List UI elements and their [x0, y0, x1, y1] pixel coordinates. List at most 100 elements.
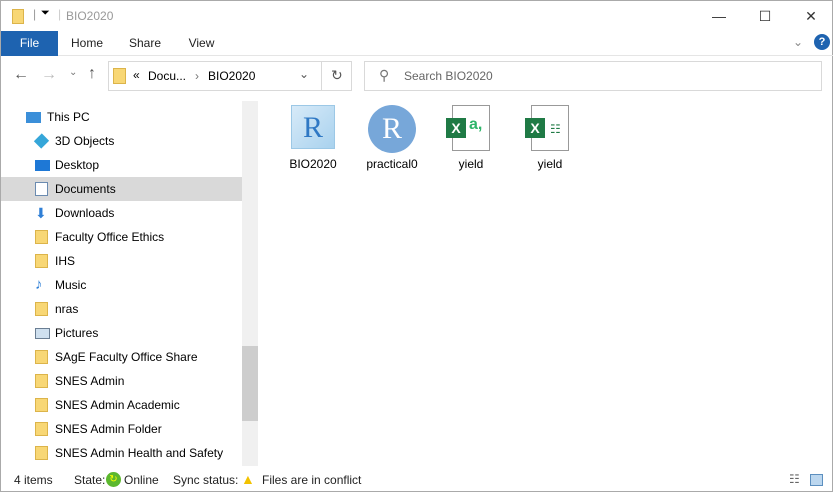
pc-icon [26, 112, 41, 123]
file-item[interactable]: R BIO2020 [277, 105, 349, 171]
tab-share[interactable]: Share [116, 31, 174, 56]
sidebar-item-this-pc[interactable]: This PC [1, 105, 242, 129]
file-name: BIO2020 [289, 157, 337, 171]
forward-button[interactable]: → [41, 66, 57, 84]
search-input[interactable]: Search BIO2020 [404, 69, 493, 83]
sidebar-item-label: IHS [55, 254, 76, 268]
sidebar-item-snes-admin-folder[interactable]: SNES Admin Folder [1, 417, 242, 441]
tab-home[interactable]: Home [58, 31, 116, 56]
file-name: yield [537, 157, 563, 171]
sidebar-item-label: Documents [55, 182, 116, 196]
3d-objects-icon [33, 133, 50, 149]
r-script-icon: R [368, 105, 416, 153]
sidebar-item-label: Faculty Office Ethics [55, 230, 165, 244]
navigation-pane: This PC 3D Objects Desktop Documents ⬇ Downlo… [1, 101, 242, 466]
file-item[interactable]: X ☷ yield [514, 105, 586, 171]
sidebar-item-3d-objects[interactable]: 3D Objects [1, 129, 242, 153]
folder-icon [35, 302, 48, 316]
item-count: 4 items [14, 473, 53, 487]
sidebar-item-snes-admin-academic[interactable]: SNES Admin Academic [1, 393, 242, 417]
file-item[interactable]: Xa, yield [435, 105, 507, 171]
sidebar-item-pictures[interactable]: Pictures [1, 321, 242, 345]
excel-csv-icon: Xa, [446, 105, 495, 153]
address-bar[interactable]: « Docu... › BIO2020 ⌄ ↻ [108, 61, 352, 91]
breadcrumb-bio2020[interactable]: BIO2020 [208, 69, 255, 83]
sidebar-item-label: SAgE Faculty Office Share [55, 350, 198, 364]
state-value: Online [124, 473, 159, 487]
sidebar-item-documents[interactable]: Documents [1, 177, 242, 201]
separator: | [33, 7, 37, 21]
up-button[interactable]: ↑ [88, 65, 96, 83]
network-folder-icon [35, 350, 48, 364]
sidebar-item-label: SNES Admin [55, 374, 125, 388]
large-icons-view-button[interactable] [810, 474, 823, 486]
sync-online-icon: ↻ [106, 472, 121, 487]
sidebar-item-desktop[interactable]: Desktop [1, 153, 242, 177]
sidebar-item-snes-admin[interactable]: SNES Admin [1, 369, 242, 393]
network-folder-icon [35, 422, 48, 436]
sidebar-item-music[interactable]: ♪ Music [1, 273, 242, 297]
network-folder-icon [35, 398, 48, 412]
details-view-button[interactable]: ☷ [789, 472, 800, 486]
maximize-button[interactable]: ☐ [742, 1, 788, 31]
state-label: State: [74, 473, 106, 487]
network-folder-icon [35, 230, 48, 244]
sidebar-item-label: SNES Admin Health and Safety [55, 446, 224, 460]
network-folder-icon [35, 254, 48, 268]
sidebar-item-label: This PC [47, 110, 90, 124]
title-bar: | ⏷ | BIO2020 — ☐ ✕ [1, 1, 833, 31]
tab-view[interactable]: View [174, 31, 229, 56]
recent-locations-icon[interactable]: ⌄ [69, 67, 77, 78]
rproject-icon: R [289, 105, 337, 153]
file-item[interactable]: Rpractical0 [356, 105, 428, 171]
sidebar-item-faculty-office-ethics[interactable]: Faculty Office Ethics [1, 225, 242, 249]
pictures-icon [35, 328, 50, 339]
downloads-icon: ⬇ [35, 205, 47, 221]
divider [321, 62, 322, 90]
sync-status-label: Sync status: [173, 473, 239, 487]
chevron-right-icon[interactable]: › [195, 69, 199, 83]
sidebar-item-nras[interactable]: nras [1, 297, 242, 321]
excel-workbook-icon: X ☷ [525, 105, 574, 153]
sidebar-item-label: SNES Admin Academic [55, 398, 180, 412]
quick-access-dropdown[interactable]: ⏷ [41, 7, 50, 20]
desktop-icon [35, 160, 50, 171]
documents-icon [35, 182, 48, 196]
refresh-button[interactable]: ↻ [331, 67, 343, 84]
folder-icon [12, 9, 24, 24]
sidebar-item-label: Downloads [55, 206, 115, 220]
file-name: practical0 [366, 157, 418, 171]
separator: | [58, 7, 62, 21]
sidebar-item-label: Pictures [55, 326, 99, 340]
sidebar-item-downloads[interactable]: ⬇ Downloads [1, 201, 242, 225]
breadcrumb-documents[interactable]: Docu... [148, 69, 186, 83]
expand-ribbon-icon[interactable]: ⌄ [793, 35, 803, 49]
minimize-button[interactable]: — [696, 1, 742, 31]
folder-icon [113, 68, 126, 84]
file-name: yield [458, 157, 484, 171]
tab-file[interactable]: File [1, 31, 58, 56]
sync-status-value: Files are in conflict [262, 473, 362, 487]
close-button[interactable]: ✕ [788, 1, 833, 31]
sidebar-item-label: Desktop [55, 158, 100, 172]
network-folder-icon [35, 446, 48, 460]
window-title: BIO2020 [66, 9, 114, 23]
address-dropdown-icon[interactable]: ⌄ [299, 67, 309, 81]
sidebar-item-label: 3D Objects [55, 134, 115, 148]
sidebar-item-snes-admin-health-and-safety[interactable]: SNES Admin Health and Safety [1, 441, 242, 465]
sidebar-item-ihs[interactable]: IHS [1, 249, 242, 273]
sidebar-item-label: SNES Admin Folder [55, 422, 162, 436]
search-box[interactable]: ⚲ Search BIO2020 [364, 61, 822, 91]
search-icon: ⚲ [379, 67, 390, 83]
sidebar-item-label: Music [55, 278, 87, 292]
sidebar-item-label: nras [55, 302, 79, 316]
status-bar: 4 items State: ↻ Online Sync status: ▲ F… [1, 469, 833, 493]
network-folder-icon [35, 374, 48, 388]
music-icon: ♪ [35, 276, 43, 293]
sidebar-item-sage-faculty-office-share[interactable]: SAgE Faculty Office Share [1, 345, 242, 369]
warning-icon: ▲ [241, 471, 255, 487]
breadcrumb-overflow[interactable]: « [133, 68, 140, 82]
help-icon[interactable]: ? [814, 34, 830, 50]
nav-scrollbar-thumb[interactable] [242, 346, 258, 421]
back-button[interactable]: ← [13, 66, 29, 84]
